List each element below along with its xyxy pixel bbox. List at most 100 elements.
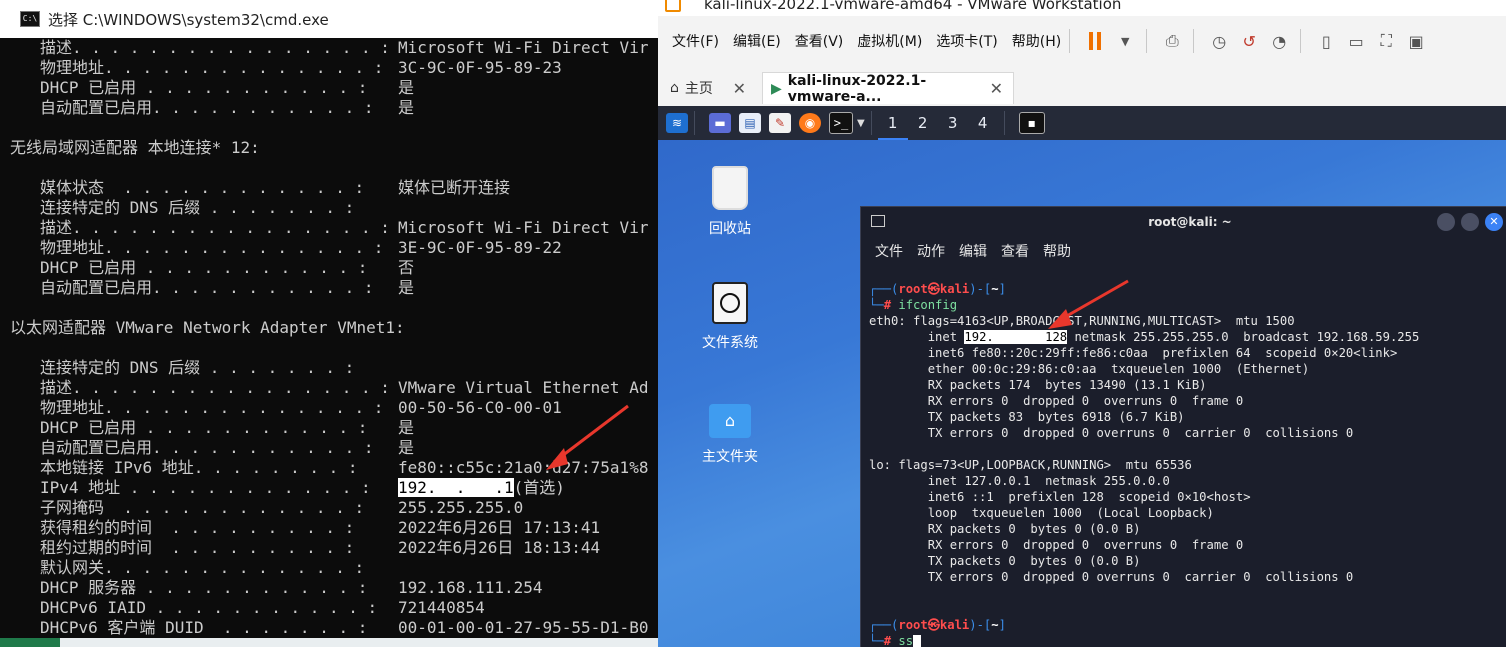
maximize-button[interactable] bbox=[1461, 213, 1479, 231]
cmd-titlebar[interactable]: C:\ 选择 C:\WINDOWS\system32\cmd.exe bbox=[0, 0, 658, 38]
cmd-line-value: 3C-9C-0F-95-89-23 bbox=[398, 58, 562, 77]
cmd-line-key: 物理地址. . . . . . . . . . . . . . : bbox=[40, 238, 384, 257]
power-dropdown-chevron-icon[interactable]: ▼ bbox=[1112, 28, 1138, 54]
menu-edit[interactable]: 编辑(E) bbox=[733, 31, 781, 51]
terminal-window-button-icon[interactable]: ▪ bbox=[1018, 112, 1045, 134]
terminal-menu-file[interactable]: 文件 bbox=[875, 241, 903, 261]
tab-home[interactable]: ⌂ 主页 ✕ bbox=[662, 72, 756, 104]
cmd-line-key: DHCP 已启用 . . . . . . . . . . . : bbox=[40, 258, 368, 277]
menu-help[interactable]: 帮助(H) bbox=[1012, 31, 1061, 51]
firefox-icon[interactable]: ◉ bbox=[799, 113, 821, 133]
fullscreen-icon[interactable]: ⛶ bbox=[1373, 28, 1399, 54]
cmd-line-key: 自动配置已启用. . . . . . . . . . . : bbox=[40, 278, 374, 297]
cmd-line: DHCP 已启用 . . . . . . . . . . . : 否 bbox=[10, 258, 658, 278]
terminal-title: root@kali: ~ bbox=[1148, 215, 1232, 229]
vmware-menubar: 文件(F) 编辑(E) 查看(V) 虚拟机(M) 选项卡(T) 帮助(H) ▼ … bbox=[658, 22, 1506, 60]
cmd-line: 物理地址. . . . . . . . . . . . . . : 00-50-5… bbox=[10, 398, 658, 418]
cmd-line: DHCPv6 客户端 DUID . . . . . . . : 00-01-00-… bbox=[10, 618, 658, 638]
cmd-line-key: 连接特定的 DNS 后缀 . . . . . . . : bbox=[40, 358, 355, 377]
drive-icon bbox=[712, 282, 748, 324]
kali-desktop[interactable]: ≋ ▬ ▤ ✎ ◉ >_ ▼ 1 2 3 4 ▪ 回收站 文件系统 ⌂ 主文件夹 bbox=[658, 106, 1506, 647]
cmd-line-value: 媒体已断开连接 bbox=[398, 178, 511, 197]
close-icon[interactable]: ✕ bbox=[990, 79, 1003, 98]
cmd-line-key: IPv4 地址 . . . . . . . . . . . . : bbox=[40, 478, 371, 497]
workspace-2[interactable]: 2 bbox=[908, 106, 938, 140]
terminal-launcher-icon[interactable]: >_ bbox=[829, 112, 853, 134]
cmd-line: 以太网适配器 VMware Network Adapter VMnet1: bbox=[10, 318, 658, 338]
desktop-icon-trash[interactable]: 回收站 bbox=[680, 166, 780, 238]
cmd-line: 无线局域网适配器 本地连接* 12: bbox=[10, 138, 658, 158]
terminal-menu-view[interactable]: 查看 bbox=[1001, 241, 1029, 261]
workspace-3[interactable]: 3 bbox=[938, 106, 968, 140]
menu-view[interactable]: 查看(V) bbox=[795, 31, 844, 51]
cmd-line-key: 获得租约的时间 . . . . . . . . . : bbox=[40, 518, 355, 537]
cmd-line-key: 租约过期的时间 . . . . . . . . . : bbox=[40, 538, 355, 557]
cmd-line-key: DHCP 已启用 . . . . . . . . . . . : bbox=[40, 418, 368, 437]
terminal-output-line: TX errors 0 dropped 0 overruns 0 carrier… bbox=[869, 570, 1354, 584]
desktop-icon-home[interactable]: ⌂ 主文件夹 bbox=[680, 404, 780, 466]
terminal-menu-help[interactable]: 帮助 bbox=[1043, 241, 1071, 261]
cmd-line-value: VMware Virtual Ethernet Ad bbox=[398, 378, 649, 397]
terminal-output[interactable]: ┌──(root㉿kali)-[~] └─# ifconfig eth0: flag… bbox=[869, 281, 1506, 647]
desktop-icon-label: 文件系统 bbox=[702, 335, 758, 351]
snapshot-manager-icon[interactable]: ◔ bbox=[1266, 28, 1292, 54]
library-icon[interactable]: ▯ bbox=[1313, 28, 1339, 54]
snapshot-icon[interactable]: ◷ bbox=[1206, 28, 1232, 54]
cmd-line-value: 2022年6月26日 17:13:41 bbox=[398, 518, 601, 537]
cmd-line: 描述. . . . . . . . . . . . . . . . : Micro… bbox=[10, 218, 658, 238]
cmd-line-value: 00-50-56-C0-00-01 bbox=[398, 398, 562, 417]
cmd-line-key: 以太网适配器 VMware Network Adapter VMnet1: bbox=[10, 318, 405, 337]
thumbnail-bar-icon[interactable]: ▭ bbox=[1343, 28, 1369, 54]
home-folder-icon: ⌂ bbox=[709, 404, 751, 438]
menu-vm[interactable]: 虚拟机(M) bbox=[857, 31, 922, 51]
tab-kali-vm[interactable]: ▶ kali-linux-2022.1-vmware-a... ✕ bbox=[762, 72, 1014, 105]
cmd-line: 物理地址. . . . . . . . . . . . . . : 3C-9C-0… bbox=[10, 58, 658, 78]
cmd-line: 获得租约的时间 . . . . . . . . . : 2022年6月26日 17… bbox=[10, 518, 658, 538]
cmd-line-key: 描述. . . . . . . . . . . . . . . . : bbox=[40, 38, 390, 57]
toolbar-divider bbox=[1193, 29, 1195, 53]
terminal-window[interactable]: root@kali: ~ ✕ 文件 动作 编辑 查看 帮助 ┌──(root㉿k… bbox=[860, 206, 1506, 647]
cmd-line: 自动配置已启用. . . . . . . . . . . : 是 bbox=[10, 278, 658, 298]
toolbar-divider bbox=[1300, 29, 1302, 53]
revert-snapshot-icon[interactable]: ↺ bbox=[1236, 28, 1262, 54]
terminal-output-line: ether 00:0c:29:86:c0:aa txqueuelen 1000 … bbox=[869, 362, 1310, 376]
text-editor-icon[interactable]: ✎ bbox=[769, 113, 791, 133]
show-desktop-icon[interactable]: ▬ bbox=[709, 113, 731, 133]
file-manager-icon[interactable]: ▤ bbox=[739, 113, 761, 133]
workspace-1[interactable]: 1 bbox=[877, 106, 908, 140]
desktop-icon-filesystem[interactable]: 文件系统 bbox=[680, 282, 780, 352]
vmware-window-title: kali-linux-2022.1-vmware-amd64 - VMware … bbox=[704, 0, 1122, 13]
cmd-output[interactable]: 描述. . . . . . . . . . . . . . . . : Micro… bbox=[10, 38, 658, 638]
menu-tabs[interactable]: 选项卡(T) bbox=[936, 31, 997, 51]
cmd-line-key: 自动配置已启用. . . . . . . . . . . : bbox=[40, 438, 374, 457]
redacted-ip: 192. . .1 bbox=[398, 478, 514, 497]
vmware-titlebar[interactable]: kali-linux-2022.1-vmware-amd64 - VMware … bbox=[658, 0, 1506, 16]
terminal-menu-action[interactable]: 动作 bbox=[917, 241, 945, 261]
cmd-window: C:\ 选择 C:\WINDOWS\system32\cmd.exe 描述. .… bbox=[0, 0, 658, 647]
trash-icon bbox=[712, 166, 748, 210]
cmd-line-key: 默认网关. . . . . . . . . . . . . : bbox=[40, 558, 365, 577]
cmd-line: DHCP 服务器 . . . . . . . . . . . : 192.168.… bbox=[10, 578, 658, 598]
toolbar-divider bbox=[1069, 29, 1071, 53]
close-icon[interactable]: ✕ bbox=[733, 79, 746, 98]
kali-menu-icon[interactable]: ≋ bbox=[666, 113, 688, 133]
chevron-down-icon[interactable]: ▼ bbox=[857, 118, 865, 129]
minimize-button[interactable] bbox=[1437, 213, 1455, 231]
cmd-line-value: fe80::c55c:21a0:d27:75a1%8 bbox=[398, 458, 649, 477]
vmware-window: kali-linux-2022.1-vmware-amd64 - VMware … bbox=[658, 0, 1506, 647]
redacted-ip: 192. 128 bbox=[964, 330, 1068, 344]
tab-kali-label: kali-linux-2022.1-vmware-a... bbox=[787, 72, 927, 105]
unity-icon[interactable]: ▣ bbox=[1403, 28, 1429, 54]
pause-button[interactable] bbox=[1082, 28, 1108, 54]
terminal-titlebar[interactable]: root@kali: ~ ✕ bbox=[861, 207, 1506, 237]
cmd-line: 描述. . . . . . . . . . . . . . . . : VMwar… bbox=[10, 378, 658, 398]
close-button[interactable]: ✕ bbox=[1485, 213, 1503, 231]
terminal-menu-edit[interactable]: 编辑 bbox=[959, 241, 987, 261]
send-ctrl-alt-del-icon[interactable]: ⎙ bbox=[1159, 28, 1185, 54]
cmd-line-value: 是 bbox=[398, 418, 415, 437]
cmd-line-key: DHCP 已启用 . . . . . . . . . . . : bbox=[40, 78, 368, 97]
menu-file[interactable]: 文件(F) bbox=[672, 31, 719, 51]
workspace-4[interactable]: 4 bbox=[968, 106, 998, 140]
terminal-output-line: RX packets 0 bytes 0 (0.0 B) bbox=[869, 522, 1141, 536]
